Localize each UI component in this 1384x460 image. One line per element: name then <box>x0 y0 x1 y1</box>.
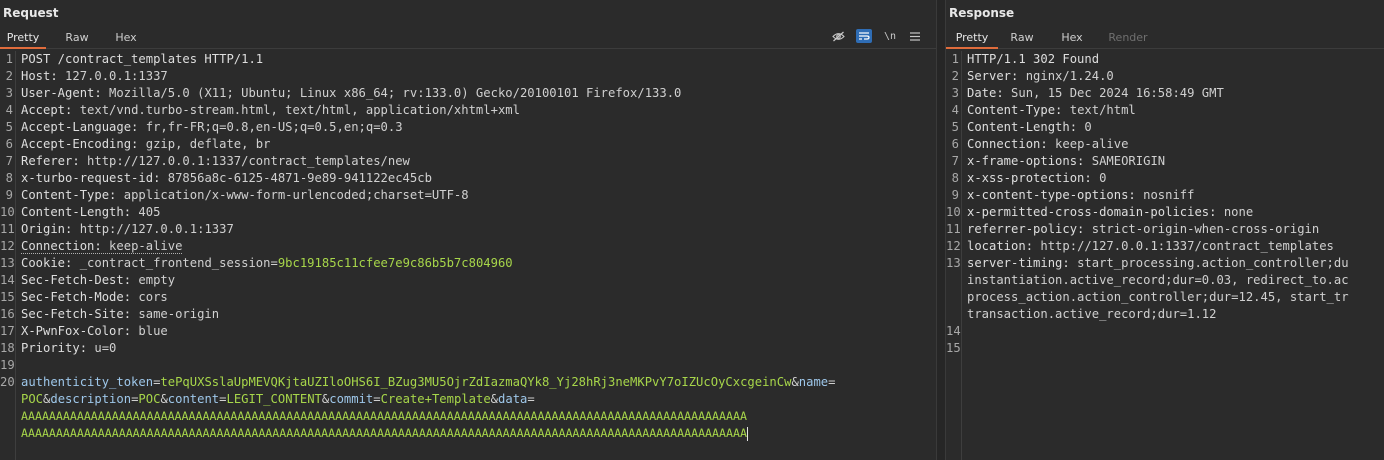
line-number: 12 <box>0 239 15 253</box>
line-number: 6 <box>5 137 13 151</box>
line-number: 8 <box>5 171 13 185</box>
tab-hex[interactable]: Hex <box>106 27 146 49</box>
request-line: Accept-Encoding: gzip, deflate, br <box>21 137 271 151</box>
response-line: process_action.action_controller;dur=12.… <box>967 290 1349 304</box>
line-number: 1 <box>951 52 959 66</box>
request-line: Content-Length: 405 <box>21 205 161 219</box>
request-line: Connection: keep-alive <box>21 239 183 254</box>
response-line: instantiation.active_record;dur=0.03, re… <box>967 273 1349 287</box>
request-line: Accept-Language: fr,fr-FR;q=0.8,en-US;q=… <box>21 120 403 134</box>
response-line: Date: Sun, 15 Dec 2024 16:58:49 GMT <box>967 86 1224 100</box>
line-number: 9 <box>5 188 13 202</box>
response-editor[interactable]: 1 2 3 4 5 6 7 8 9 10 11 12 13 14 15 HTTP… <box>946 51 1384 460</box>
tab-pretty[interactable]: Pretty <box>946 27 998 49</box>
request-line: Host: 127.0.0.1:1337 <box>21 69 168 83</box>
line-number: 4 <box>951 103 959 117</box>
request-body-line: AAAAAAAAAAAAAAAAAAAAAAAAAAAAAAAAAAAAAAAA… <box>21 426 748 441</box>
tab-render: Render <box>1108 31 1148 44</box>
response-code[interactable]: HTTP/1.1 302 Found Server: nginx/1.24.0 … <box>967 51 1384 460</box>
tab-raw[interactable]: Raw <box>1002 27 1042 49</box>
request-line: Sec-Fetch-Mode: cors <box>21 290 168 304</box>
line-number: 11 <box>946 222 961 236</box>
line-number: 11 <box>0 222 15 236</box>
line-number: 12 <box>946 239 961 253</box>
line-number: 13 <box>946 256 961 270</box>
line-number: 15 <box>0 290 15 304</box>
request-line: Content-Type: application/x-www-form-url… <box>21 188 469 202</box>
response-gutter: 1 2 3 4 5 6 7 8 9 10 11 12 13 14 15 <box>946 51 962 460</box>
response-line: Content-Length: 0 <box>967 120 1092 134</box>
cookie-value: 9bc19185c11cfee7e9c86b5b7c804960 <box>277 256 513 270</box>
line-number: 4 <box>5 103 13 117</box>
request-line: POST /contract_templates HTTP/1.1 <box>21 52 264 66</box>
line-number: 17 <box>0 324 15 338</box>
response-line: Server: nginx/1.24.0 <box>967 69 1114 83</box>
line-number: 9 <box>951 188 959 202</box>
request-line: Accept: text/vnd.turbo-stream.html, text… <box>21 103 520 117</box>
response-title: Response <box>949 6 1015 20</box>
request-line: Priority: u=0 <box>21 341 117 355</box>
line-number: 20 <box>0 375 15 389</box>
request-title: Request <box>3 6 59 20</box>
line-number: 14 <box>946 324 961 338</box>
response-line: x-permitted-cross-domain-policies: none <box>967 205 1254 219</box>
line-number: 10 <box>0 205 15 219</box>
line-number: 2 <box>951 69 959 83</box>
pane-splitter[interactable] <box>936 0 946 460</box>
response-line: location: http://127.0.0.1:1337/contract… <box>967 239 1334 253</box>
line-number: 2 <box>5 69 13 83</box>
request-tabs: Pretty Raw Hex <box>0 27 936 49</box>
request-pane: Request Pretty Raw Hex \n 1 2 3 4 5 6 7 … <box>0 0 936 460</box>
line-number: 5 <box>5 120 13 134</box>
request-code[interactable]: POST /contract_templates HTTP/1.1 Host: … <box>21 51 936 460</box>
response-pane: Response Pretty Raw Hex Render 1 2 3 4 5… <box>946 0 1384 460</box>
wrap-lines-icon[interactable] <box>856 29 872 43</box>
response-line: transaction.active_record;dur=1.12 <box>967 307 1217 321</box>
response-line: x-xss-protection: 0 <box>967 171 1107 185</box>
request-line: Cookie: _contract_frontend_session=9bc19… <box>21 256 513 270</box>
request-body-line: POC&description=POC&content=LEGIT_CONTEN… <box>21 392 535 406</box>
request-line: Referer: http://127.0.0.1:1337/contract_… <box>21 154 410 168</box>
menu-icon[interactable] <box>907 29 923 43</box>
request-line: Sec-Fetch-Site: same-origin <box>21 307 220 321</box>
line-number: 13 <box>0 256 15 270</box>
response-line: Connection: keep-alive <box>967 137 1129 151</box>
request-line: X-PwnFox-Color: blue <box>21 324 168 338</box>
request-line: User-Agent: Mozilla/5.0 (X11; Ubuntu; Li… <box>21 86 682 100</box>
response-tabs: Pretty Raw Hex Render <box>946 27 1384 49</box>
line-number: 3 <box>951 86 959 100</box>
response-line: referrer-policy: strict-origin-when-cros… <box>967 222 1320 236</box>
line-number: 18 <box>0 341 15 355</box>
line-number: 7 <box>951 154 959 168</box>
response-line: server-timing: start_processing.action_c… <box>967 256 1349 270</box>
response-line: HTTP/1.1 302 Found <box>967 52 1100 66</box>
request-editor[interactable]: 1 2 3 4 5 6 7 8 9 10 11 12 13 14 15 16 1… <box>0 51 936 460</box>
line-number: 7 <box>5 154 13 168</box>
text-caret <box>746 426 748 441</box>
tab-hex[interactable]: Hex <box>1052 27 1092 49</box>
response-line: x-frame-options: SAMEORIGIN <box>967 154 1166 168</box>
tab-pretty[interactable]: Pretty <box>0 27 46 49</box>
newline-icon[interactable]: \n <box>882 29 898 43</box>
line-number: 1 <box>5 52 13 66</box>
line-number: 19 <box>0 358 15 372</box>
line-number: 6 <box>951 137 959 151</box>
eye-slash-icon[interactable] <box>830 29 846 43</box>
line-number: 15 <box>946 341 961 355</box>
line-number: 16 <box>0 307 15 321</box>
request-line: Origin: http://127.0.0.1:1337 <box>21 222 234 236</box>
request-body-line: AAAAAAAAAAAAAAAAAAAAAAAAAAAAAAAAAAAAAAAA… <box>21 409 747 423</box>
request-line: x-turbo-request-id: 87856a8c-6125-4871-9… <box>21 171 432 185</box>
line-number: 14 <box>0 273 15 287</box>
request-line: Sec-Fetch-Dest: empty <box>21 273 176 287</box>
request-gutter: 1 2 3 4 5 6 7 8 9 10 11 12 13 14 15 16 1… <box>0 51 16 460</box>
response-line: x-content-type-options: nosniff <box>967 188 1195 202</box>
response-line: Content-Type: text/html <box>967 103 1136 117</box>
tab-raw[interactable]: Raw <box>56 27 98 49</box>
request-body-line: authenticity_token=tePqUXSslaUpMEVQKjtaU… <box>21 375 836 389</box>
line-number: 5 <box>951 120 959 134</box>
line-number: 8 <box>951 171 959 185</box>
line-number: 3 <box>5 86 13 100</box>
line-number: 10 <box>946 205 961 219</box>
